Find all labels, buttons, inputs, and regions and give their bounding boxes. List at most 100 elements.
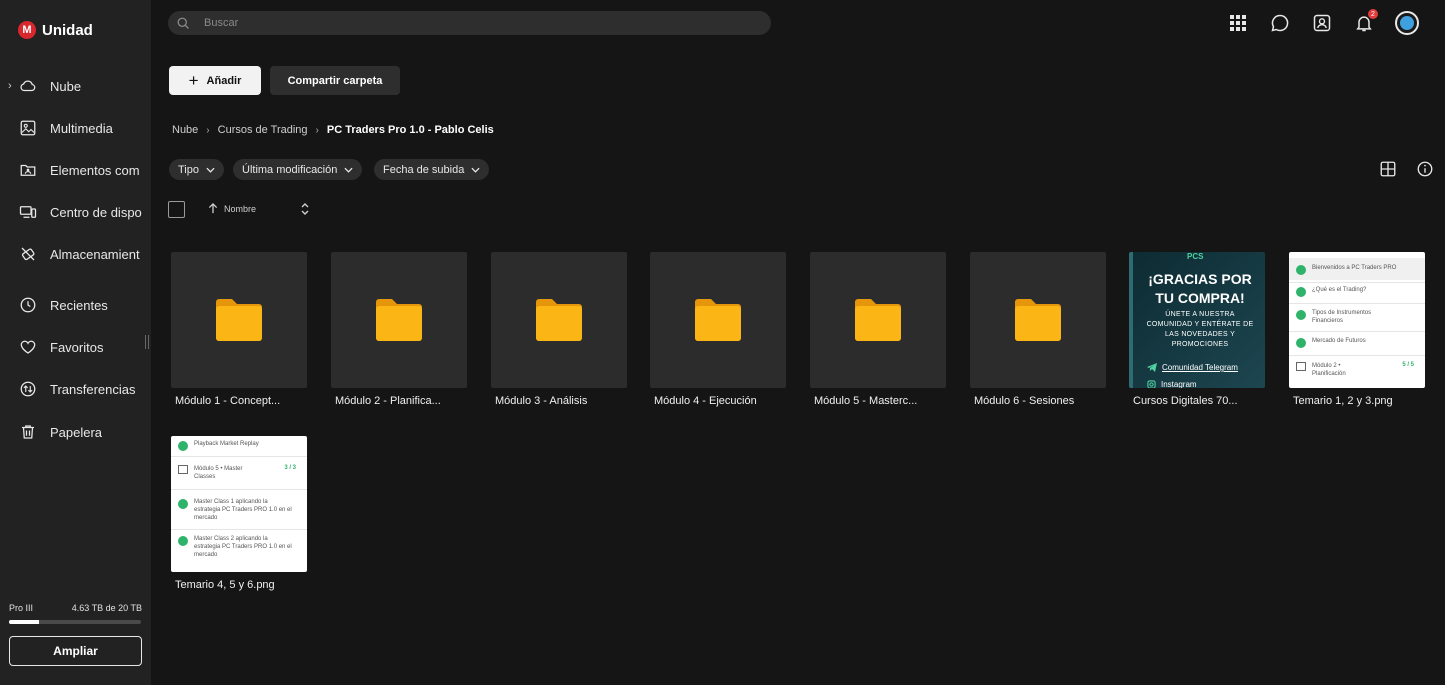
folder-outline-icon: [1296, 362, 1306, 371]
info-button[interactable]: [1414, 158, 1436, 180]
item-name: Temario 1, 2 y 3.png: [1293, 395, 1393, 407]
apps-grid-icon: [1230, 15, 1246, 31]
sidebar-item-recent[interactable]: Recientes: [0, 290, 151, 320]
filter-type[interactable]: Tipo: [169, 159, 224, 180]
apps-grid-button[interactable]: [1227, 12, 1249, 34]
sidebar-item-trash[interactable]: Papelera: [0, 417, 151, 447]
filter-modified-label: Última modificación: [242, 163, 338, 176]
sidebar-item-cloud[interactable]: › Nube: [0, 71, 151, 101]
select-all-checkbox[interactable]: [168, 201, 185, 218]
filter-type-label: Tipo: [178, 163, 199, 176]
item-name: Módulo 2 - Planifica...: [335, 395, 441, 407]
sidebar-item-favorites[interactable]: Favoritos: [0, 332, 151, 362]
grid-view-button[interactable]: [1377, 158, 1399, 180]
doc-row: Módulo 5 • Master Classes 3 / 3: [178, 465, 302, 481]
check-circle-icon: [178, 499, 188, 509]
doc-row-text: ¿Qué es el Trading?: [1312, 287, 1367, 293]
folder-thumbnail: [331, 252, 467, 388]
image-thumbnail: PCS ¡GRACIAS POR TU COMPRA! ÚNETE A NUES…: [1129, 252, 1265, 388]
filter-uploaded[interactable]: Fecha de subida: [374, 159, 490, 180]
trash-icon: [22, 425, 34, 439]
breadcrumb-root[interactable]: Nube: [172, 124, 198, 136]
folder-icon: [1015, 299, 1061, 341]
doc-row: ¿Qué es el Trading?: [1296, 286, 1420, 297]
sidebar-item-transfers[interactable]: Transferencias: [0, 374, 151, 404]
grid-item-image[interactable]: Bienvenidos a PC Traders PRO ¿Qué es el …: [1289, 252, 1425, 407]
promo-headline: ¡GRACIAS POR TU COMPRA!: [1135, 270, 1265, 308]
filter-modified[interactable]: Última modificación: [233, 159, 363, 180]
plan-usage: 4.63 TB de 20 TB: [71, 603, 142, 613]
grid-item-folder[interactable]: Módulo 6 - Sesiones: [970, 252, 1106, 407]
item-name: Cursos Digitales 70...: [1133, 395, 1238, 407]
info-icon: [1417, 161, 1433, 177]
sidebar-item-storage[interactable]: Almacenamient: [0, 239, 151, 269]
grid-item-folder[interactable]: Módulo 1 - Concept...: [171, 252, 307, 407]
share-folder-button[interactable]: Compartir carpeta: [270, 66, 400, 95]
item-name: Módulo 1 - Concept...: [175, 395, 281, 407]
promo-instagram-link: Instagram: [1147, 380, 1197, 388]
search-input[interactable]: [204, 11, 764, 35]
grid-item-image[interactable]: Playback Market Replay Módulo 5 • Master…: [171, 436, 307, 591]
chevron-down-icon: [344, 167, 353, 173]
app-logo[interactable]: M Unidad: [18, 21, 93, 39]
image-icon: [20, 120, 36, 136]
storage-icon: [21, 247, 35, 261]
check-circle-icon: [1296, 338, 1306, 348]
add-button[interactable]: + Añadir: [169, 66, 261, 95]
sort-by-name[interactable]: Nombre: [208, 203, 256, 214]
sidebar: M Unidad › Nube Multimedia Elementos com…: [0, 0, 151, 685]
sidebar-item-label: Transferencias: [50, 381, 136, 397]
doc-row-count: 5 / 5: [1402, 362, 1414, 368]
breadcrumb: Nube › Cursos de Trading › PC Traders Pr…: [172, 124, 494, 136]
app-root: M Unidad › Nube Multimedia Elementos com…: [0, 0, 1445, 685]
promo-body: ÚNETE A NUESTRA COMUNIDAD Y ENTÉRATE DE …: [1135, 310, 1265, 350]
doc-row-text: Tipos de Instrumentos Financieros: [1312, 310, 1372, 324]
sort-toggle-icon[interactable]: [299, 202, 311, 216]
promo-side-bar: [1129, 252, 1133, 388]
folder-icon: [855, 299, 901, 341]
sidebar-item-media[interactable]: Multimedia: [0, 113, 151, 143]
clock-icon: [20, 297, 36, 313]
doc-divider: [171, 456, 307, 457]
chevron-right-icon[interactable]: ›: [8, 80, 12, 92]
doc-row: Playback Market Replay: [178, 440, 302, 451]
sidebar-item-devices[interactable]: Centro de dispo: [0, 197, 151, 227]
contacts-button[interactable]: [1311, 12, 1333, 34]
image-thumbnail: Bienvenidos a PC Traders PRO ¿Qué es el …: [1289, 252, 1425, 388]
grid-item-folder[interactable]: Módulo 3 - Análisis: [491, 252, 627, 407]
sidebar-resize-handle[interactable]: [145, 335, 149, 349]
user-avatar[interactable]: [1395, 11, 1419, 35]
heart-icon: [20, 340, 36, 354]
grid-item-folder[interactable]: Módulo 2 - Planifica...: [331, 252, 467, 407]
notifications-button[interactable]: 2: [1353, 9, 1378, 34]
chevron-right-icon: ›: [315, 124, 319, 136]
folder-thumbnail: [171, 252, 307, 388]
grid-item-folder[interactable]: Módulo 5 - Masterc...: [810, 252, 946, 407]
chat-button[interactable]: [1269, 12, 1291, 34]
doc-row-text: Módulo 5 • Master Classes: [194, 466, 243, 480]
doc-row: Bienvenidos a PC Traders PRO: [1296, 264, 1420, 275]
contacts-icon: [1313, 14, 1331, 32]
check-circle-icon: [178, 441, 188, 451]
chat-icon: [1271, 14, 1289, 32]
doc-divider: [1289, 282, 1425, 283]
filter-uploaded-label: Fecha de subida: [383, 163, 465, 176]
grid-item-folder[interactable]: Módulo 4 - Ejecución: [650, 252, 786, 407]
breadcrumb-parent[interactable]: Cursos de Trading: [218, 124, 308, 136]
folder-thumbnail: [970, 252, 1106, 388]
sidebar-item-shared[interactable]: Elementos com: [0, 155, 151, 185]
chevron-down-icon: [471, 167, 480, 173]
storage-progress-fill: [9, 620, 40, 624]
grid-item-image[interactable]: PCS ¡GRACIAS POR TU COMPRA! ÚNETE A NUES…: [1129, 252, 1265, 407]
promo-link-text: Comunidad Telegram: [1162, 363, 1238, 372]
check-circle-icon: [1296, 287, 1306, 297]
folder-icon: [536, 299, 582, 341]
upgrade-button[interactable]: Ampliar: [9, 636, 142, 666]
sidebar-item-label: Recientes: [50, 297, 108, 313]
search-bar[interactable]: [168, 11, 771, 35]
promo-headline-line: TU COMPRA!: [1155, 290, 1245, 306]
shared-folder-icon: [20, 164, 36, 176]
item-name: Temario 4, 5 y 6.png: [175, 579, 275, 591]
doc-row-text: Master Class 2 aplicando la estrategia P…: [194, 536, 292, 558]
doc-divider: [1289, 355, 1425, 356]
